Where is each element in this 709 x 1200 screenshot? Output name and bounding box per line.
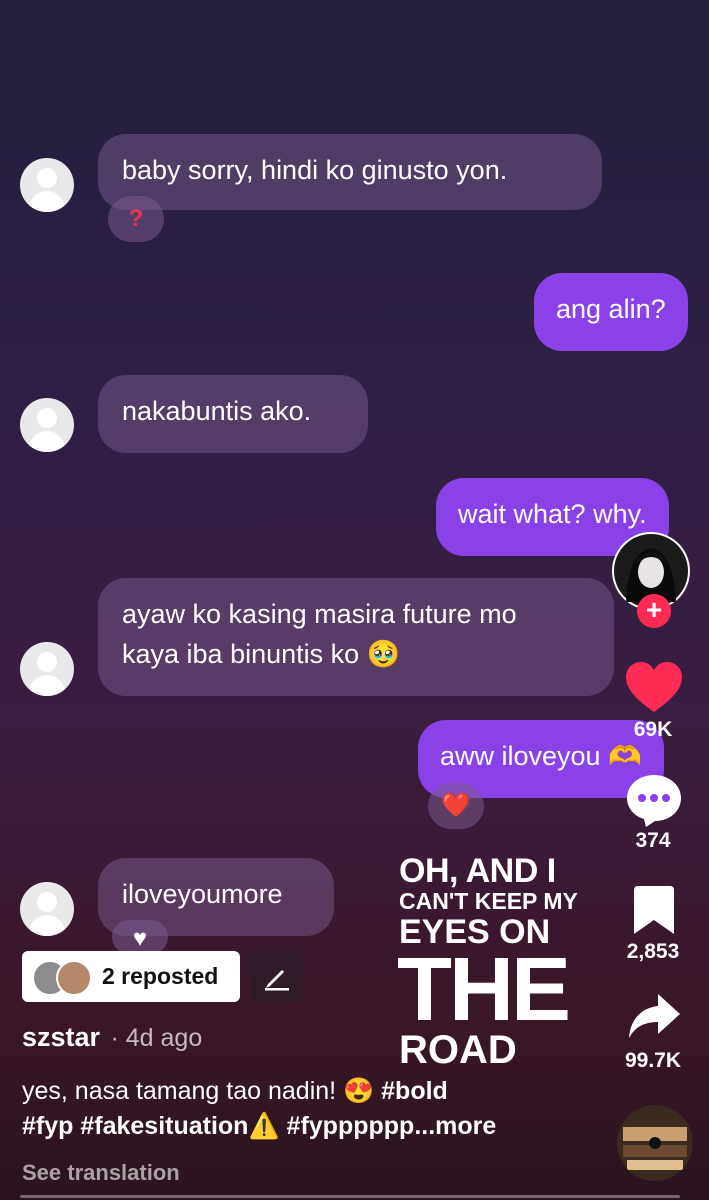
more-link[interactable]: ...more [414,1112,496,1140]
sender-avatar [20,158,74,212]
message-text: ang alin? [556,294,666,324]
message-text: baby sorry, hindi ko ginusto yon. [122,155,508,185]
caption-line: #fyp #fakesituation⚠️ #fypppppp...more [22,1109,592,1144]
bookmark-icon [634,886,674,934]
message-text: aww iloveyou [440,741,601,771]
share-count: 99.7K [624,1049,682,1072]
repost-pill[interactable]: 2 reposted [22,951,240,1002]
caption: yes, nasa tamang tao nadin! 😍 #bold #fyp… [22,1074,592,1144]
sender-avatar [20,642,74,696]
sender-avatar [20,882,74,936]
reposter-avatar [56,960,92,996]
reaction-badge: ♥ [112,920,168,954]
caption-text: yes, nasa tamang tao nadin! [22,1077,337,1105]
heart-eyes-emoji: 😍 [343,1077,375,1105]
sender-avatar [20,398,74,452]
pencil-icon [265,970,289,991]
repost-label: 2 reposted [102,963,219,989]
like-count: 69K [633,718,673,741]
message-incoming: baby sorry, hindi ko ginusto yon. [98,134,602,210]
save-count: 2,853 [626,940,680,963]
message-text-line: ayaw ko kasing masira future mo [122,599,517,629]
comment-button[interactable] [624,772,684,828]
message-outgoing: ang alin? [534,273,688,351]
share-arrow-icon [629,994,680,1038]
username[interactable]: szstar [22,1022,100,1052]
hashtag[interactable]: #bold [381,1077,448,1105]
heart-reaction-icon: ♥ [132,925,148,952]
message-text: iloveyoumore [122,879,283,909]
post-time: · 4d ago [110,1024,203,1052]
lyric-line: THE [397,940,571,1040]
heart-icon [626,662,682,712]
message-text: wait what? why. [458,499,647,529]
hashtag[interactable]: #fypppppp [287,1112,415,1140]
caption-line: yes, nasa tamang tao nadin! 😍 #bold [22,1074,592,1109]
hashtags[interactable]: #fyp #fakesituation [22,1112,248,1140]
album-art-icon [617,1105,693,1181]
comment-icon [627,775,681,827]
follow-button[interactable]: + [637,594,671,628]
reaction-badge: ❤️ [428,783,484,829]
share-button[interactable] [626,990,682,1042]
progress-bar[interactable] [20,1195,680,1198]
like-button[interactable] [624,660,684,716]
lyric-line: OH, AND I [399,852,556,890]
music-disc[interactable] [617,1105,693,1181]
lyric-line: CAN'T KEEP MY [399,888,578,914]
message-incoming: nakabuntis ako. [98,375,368,453]
lyric-line: ROAD [399,1028,517,1072]
question-reaction-icon: ? [128,205,144,232]
edit-button[interactable] [252,951,302,1002]
comment-count: 374 [635,829,671,852]
heart-hands-emoji: 🫶 [608,741,642,771]
reaction-badge: ? [108,196,164,242]
plus-icon: + [645,594,663,625]
message-incoming: ayaw ko kasing masira future mo kaya iba… [98,578,614,696]
heart-reaction-icon: ❤️ [441,792,471,819]
pleading-face-emoji: 🥹 [366,639,401,669]
save-button[interactable] [632,884,676,936]
warning-emoji: ⚠️ [248,1112,280,1140]
see-translation-link[interactable]: See translation [22,1160,180,1186]
post-meta: szstar · 4d ago [22,1022,202,1053]
message-text-line: kaya iba binuntis ko 🥹 [122,639,401,669]
message-text: nakabuntis ako. [122,396,312,426]
